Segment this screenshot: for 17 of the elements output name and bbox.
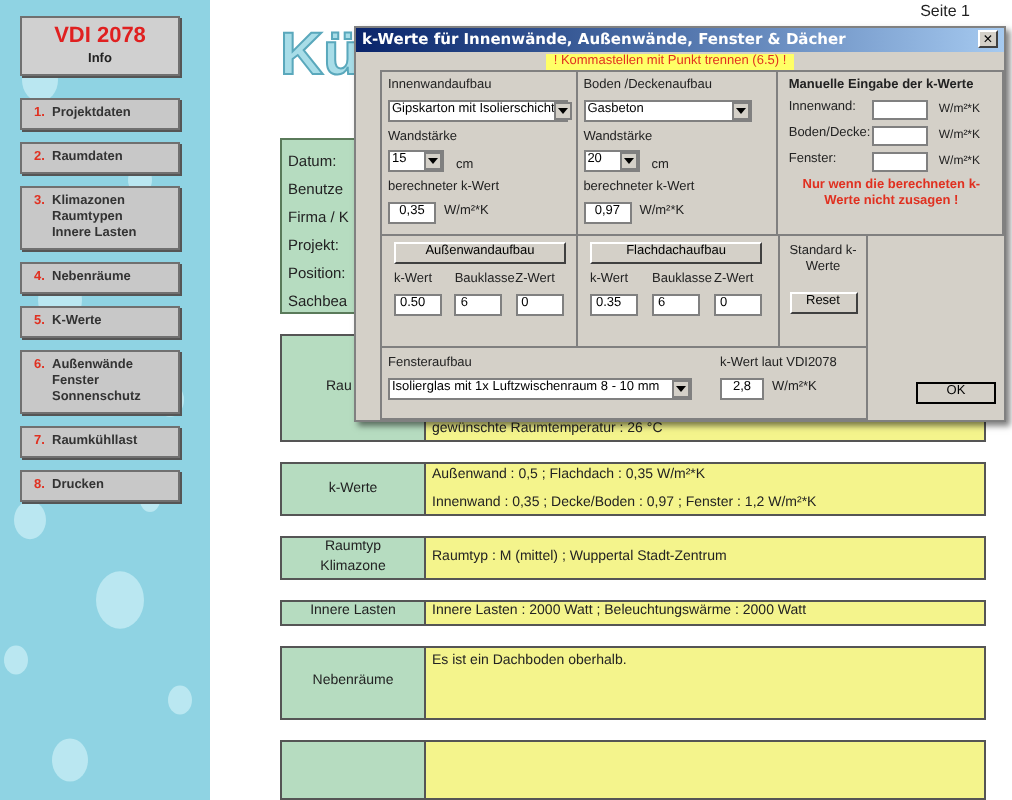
close-button[interactable]: × — [978, 30, 998, 49]
dropdown-button[interactable] — [619, 152, 638, 170]
manual-input-field[interactable] — [872, 125, 929, 145]
page-title: Kü — [280, 26, 360, 86]
dropdown-button[interactable] — [424, 152, 442, 170]
dropdown-button[interactable] — [554, 101, 573, 119]
caret-icon — [735, 107, 746, 113]
page-number: Seite 1 — [920, 4, 970, 20]
caret-icon — [428, 158, 438, 164]
caret-icon — [676, 385, 686, 391]
manual-input-field[interactable] — [872, 151, 929, 171]
caret-icon — [558, 107, 569, 113]
manual-input-field[interactable] — [872, 99, 929, 119]
caret-icon — [623, 158, 634, 164]
app-title: VDI 2078 — [54, 25, 146, 48]
dropdown-button[interactable] — [672, 379, 690, 397]
dropdown-button[interactable] — [731, 101, 750, 119]
